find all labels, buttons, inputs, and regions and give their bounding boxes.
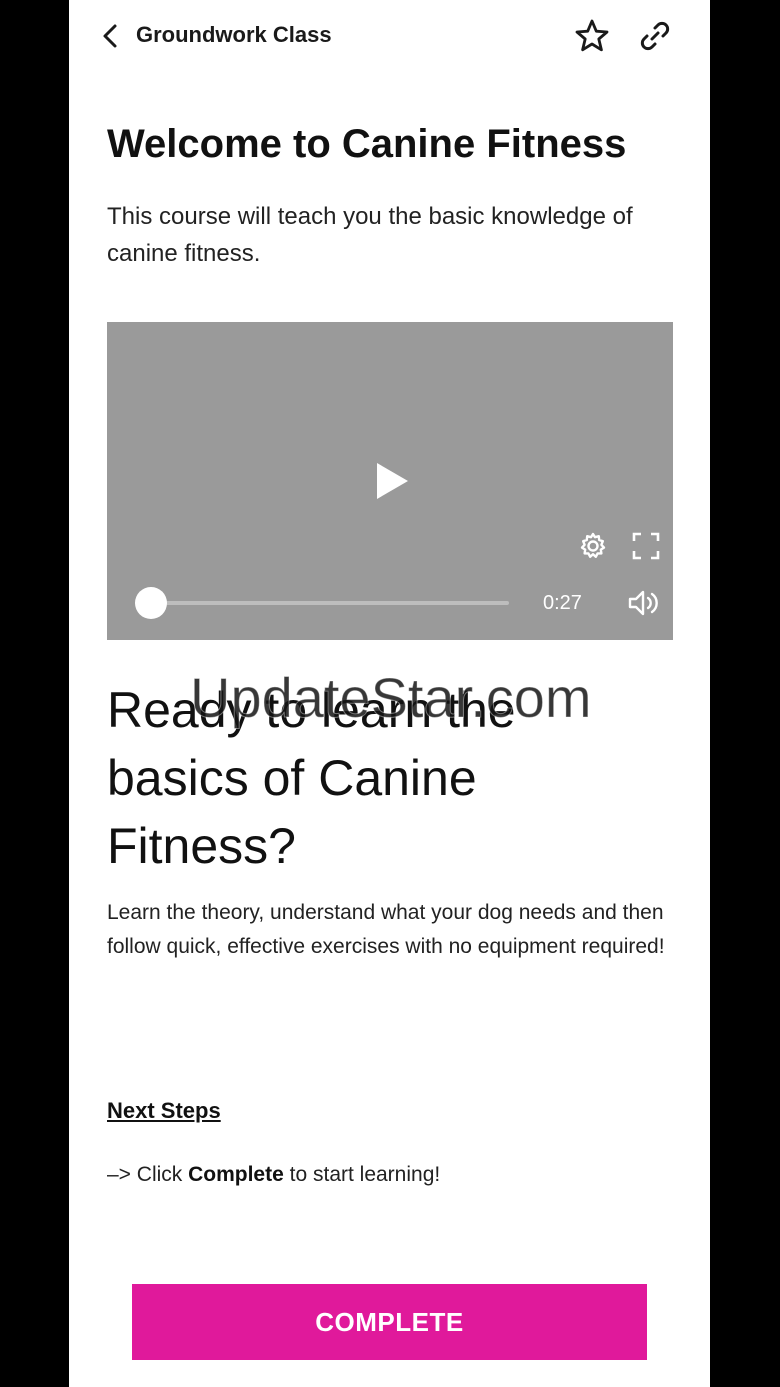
instruction-bold: Complete [188, 1163, 284, 1186]
fullscreen-icon [632, 532, 660, 560]
video-time: 0:27 [543, 592, 582, 614]
video-settings-button[interactable] [577, 530, 609, 562]
instruction-prefix: –> Click [107, 1163, 189, 1186]
class-title: Groundwork Class [136, 22, 332, 47]
favorite-button[interactable] [572, 16, 612, 56]
content-headline: Ready to learn the basics of Canine Fitn… [107, 682, 516, 874]
instruction-suffix: to start learning! [283, 1163, 441, 1186]
content-body: Learn the theory, understand what your d… [107, 901, 665, 958]
course-description: This course will teach you the basic kno… [107, 203, 633, 267]
volume-button[interactable] [626, 586, 662, 620]
share-link-button[interactable] [635, 16, 675, 56]
top-bar: Groundwork Class [69, 0, 710, 72]
page-title: Welcome to Canine Fitness [107, 122, 627, 166]
video-progress-bar[interactable] [135, 587, 509, 619]
settings-icon [580, 532, 606, 558]
back-button[interactable] [95, 20, 125, 52]
volume-icon [628, 590, 658, 616]
fullscreen-button[interactable] [630, 530, 662, 562]
video-progress-thumb[interactable] [135, 587, 167, 619]
video-player[interactable]: 0:27 [107, 322, 673, 640]
next-steps-instruction: –> Click Complete to start learning! [107, 1160, 440, 1190]
play-button[interactable] [369, 458, 415, 504]
next-steps-heading: Next Steps [107, 1098, 221, 1123]
link-icon [640, 21, 670, 51]
app-screen: Groundwork Class Welcome to Canine Fitne… [69, 0, 710, 1387]
star-icon [575, 19, 609, 52]
play-icon [377, 463, 408, 499]
chevron-left-icon [103, 24, 117, 48]
complete-button[interactable]: COMPLETE [132, 1284, 647, 1360]
